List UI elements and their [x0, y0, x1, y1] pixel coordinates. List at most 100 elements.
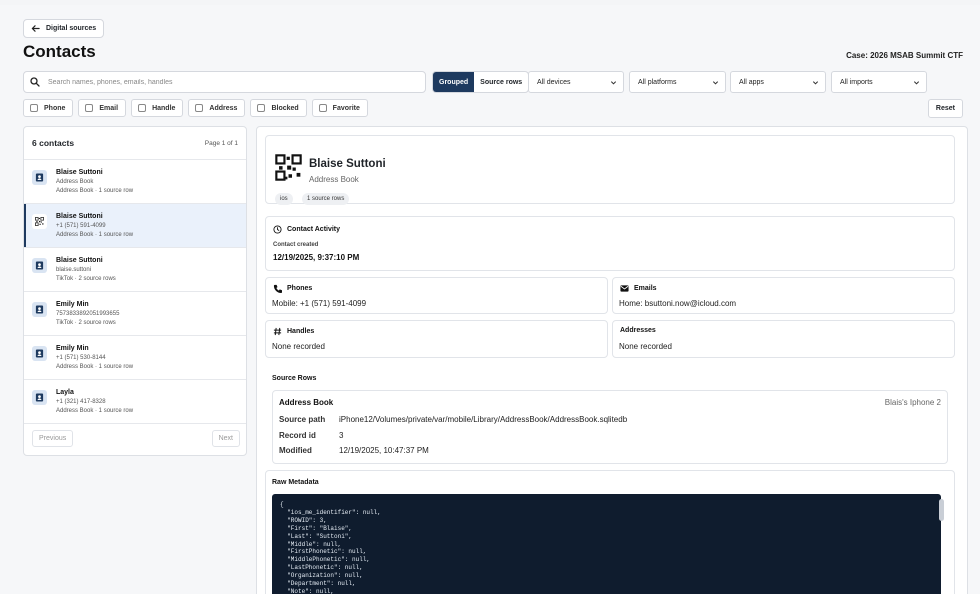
imports-select[interactable]: All imports	[831, 71, 927, 93]
contact-detail: Address Book	[56, 179, 94, 185]
contact-name: Blaise Suttoni	[56, 257, 103, 264]
checkbox[interactable]	[257, 104, 266, 112]
pagination: Previous Next	[32, 430, 240, 447]
modified-row: Modified 12/19/2025, 10:47:37 PM	[279, 446, 429, 455]
contact-source: TikTok · 2 source rows	[56, 320, 116, 326]
checkbox[interactable]	[318, 104, 327, 112]
checkbox[interactable]	[195, 104, 204, 112]
list-item[interactable]: Blaise Suttoni Address Book Address Book ·…	[24, 160, 246, 204]
qr-code-icon	[32, 214, 47, 229]
page-indicator: Page 1 of 1	[204, 139, 238, 147]
chip-blocked[interactable]: Blocked	[250, 99, 307, 117]
contact-header-card: Blaise Suttoni Address Book ios 1 source…	[265, 135, 955, 205]
source-path-value: iPhone12/Volumes/private/var/mobile/Libr…	[339, 415, 628, 424]
contact-name: Blaise Suttoni	[56, 169, 103, 176]
contacts-count: 6 contacts	[32, 138, 75, 148]
source-rows-button[interactable]: Source rows	[474, 72, 528, 92]
contact-name: Layla	[56, 389, 74, 396]
platforms-select[interactable]: All platforms	[629, 71, 726, 93]
contact-source: Address Book · 1 source row	[56, 364, 134, 370]
back-button[interactable]: Digital sources	[23, 19, 105, 38]
list-item[interactable]: Blaise Suttoni blaise.suttoni TikTok · 2 s…	[24, 248, 246, 292]
emails-title: Emails	[634, 285, 657, 292]
contact-detail: 7573833892051993655	[56, 311, 120, 317]
checkbox[interactable]	[138, 104, 147, 112]
phones-heading: Phones	[273, 284, 312, 293]
source-path-row: Source path iPhone12/Volumes/private/var/…	[279, 415, 627, 424]
device-name: Blais's Iphone 2	[884, 398, 941, 407]
email-value: Home: bsuttoni.now@icloud.com	[619, 299, 737, 308]
phone-icon	[273, 284, 282, 293]
list-header: 6 contacts Page 1 of 1	[24, 127, 246, 160]
view-toggle: Grouped Source rows	[432, 71, 530, 93]
checkbox[interactable]	[85, 104, 94, 112]
arrow-left-icon	[31, 25, 40, 32]
contact-icon	[32, 390, 47, 405]
devices-select[interactable]: All devices	[528, 71, 624, 93]
modified-value: 12/19/2025, 10:47:37 PM	[339, 446, 429, 455]
source-rows-tag: 1 source rows	[302, 193, 350, 205]
activity-heading: Contact Activity	[273, 225, 340, 234]
code-scrollbar[interactable]	[939, 499, 944, 521]
list-item[interactable]: Blaise Suttoni +1 (571) 591-4099 Address B…	[24, 204, 246, 248]
apps-select[interactable]: All apps	[730, 71, 826, 93]
addresses-heading: Addresses	[620, 327, 656, 334]
contact-icon	[32, 258, 47, 273]
handles-title: Handles	[287, 328, 315, 335]
platforms-select-value: All platforms	[638, 78, 677, 86]
grouped-button[interactable]: Grouped	[433, 72, 475, 92]
chip-label: Handle	[152, 104, 176, 112]
phone-value: Mobile: +1 (571) 591-4099	[272, 299, 367, 308]
record-id-row: Record id 3	[279, 431, 343, 440]
addresses-card: Addresses None recorded	[612, 320, 955, 358]
previous-button[interactable]: Previous	[32, 430, 74, 447]
chip-handle[interactable]: Handle	[131, 99, 184, 117]
contact-name-heading: Blaise Suttoni	[309, 158, 386, 170]
contact-source: Address Book · 1 source row	[56, 408, 134, 414]
contact-icon	[32, 170, 47, 185]
clock-icon	[273, 225, 282, 234]
search-input[interactable]	[48, 78, 408, 86]
list-item[interactable]: Emily Min 7573833892051993655 TikTok · 2 s…	[24, 292, 246, 336]
created-value: 12/19/2025, 9:37:10 PM	[273, 253, 360, 262]
phones-card: Phones Mobile: +1 (571) 591-4099	[265, 277, 608, 314]
handles-value: None recorded	[272, 342, 325, 351]
chevron-down-icon	[610, 80, 617, 85]
contact-detail: +1 (571) 530-8144	[56, 355, 106, 361]
reset-button[interactable]: Reset	[927, 99, 963, 118]
contact-icon	[32, 346, 47, 361]
chip-label: Phone	[44, 104, 66, 112]
page-title: Contacts	[23, 42, 96, 61]
chip-email[interactable]: Email	[78, 99, 127, 117]
case-label: Case: 2026 MSAB Summit CTF	[846, 51, 963, 60]
handles-heading: Handles	[273, 327, 314, 336]
contact-detail: +1 (321) 417-8328	[56, 399, 106, 405]
raw-metadata-code[interactable]: { "ios_me_identifier": null, "ROWID": 3,…	[272, 494, 941, 594]
contact-detail: +1 (571) 591-4099	[56, 223, 106, 229]
source-row-card: Address Book Blais's Iphone 2 Source pat…	[272, 390, 948, 464]
next-button[interactable]: Next	[211, 430, 240, 447]
mail-icon	[620, 285, 629, 292]
chip-label: Address	[209, 104, 238, 112]
contact-detail-panel: Blaise Suttoni Address Book ios 1 source…	[256, 126, 968, 594]
created-label: Contact created	[273, 242, 319, 248]
record-id-label: Record id	[279, 431, 316, 440]
chip-address[interactable]: Address	[188, 99, 246, 117]
chip-label: Blocked	[271, 104, 299, 112]
chevron-down-icon	[913, 80, 920, 85]
search-icon	[30, 77, 40, 87]
list-item[interactable]: Layla +1 (321) 417-8328 Address Book · 1 s…	[24, 380, 246, 424]
chip-phone[interactable]: Phone	[23, 99, 74, 117]
contact-detail: blaise.suttoni	[56, 267, 92, 273]
chip-favorite[interactable]: Favorite	[311, 99, 368, 117]
filter-chips: Phone Email Handle Address Blocked Favor…	[23, 99, 368, 117]
record-id-value: 3	[339, 431, 344, 440]
apps-select-value: All apps	[739, 78, 764, 86]
chevron-down-icon	[812, 80, 819, 85]
source-row-title: Address Book	[279, 398, 334, 407]
contact-source: TikTok · 2 source rows	[56, 276, 116, 282]
checkbox[interactable]	[30, 104, 38, 112]
emails-card: Emails Home: bsuttoni.now@icloud.com	[612, 277, 955, 314]
list-item[interactable]: Emily Min +1 (571) 530-8144 Address Book ·…	[24, 336, 246, 380]
contact-source: Address Book · 1 source row	[56, 188, 134, 194]
